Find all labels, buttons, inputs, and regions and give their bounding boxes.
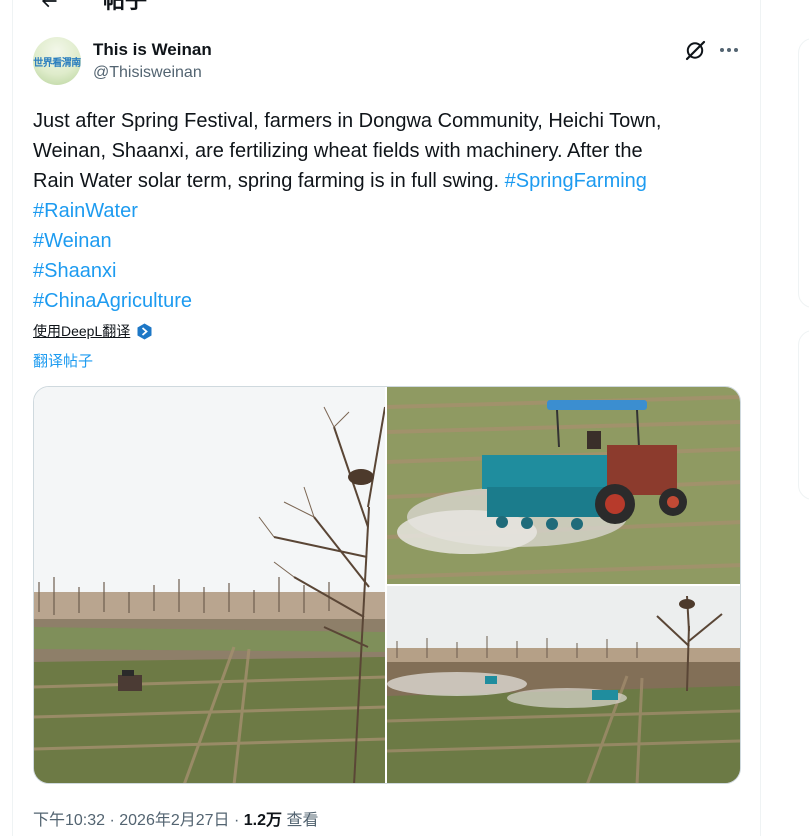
deepl-icon — [136, 323, 153, 340]
photo-field-wide[interactable] — [387, 586, 740, 783]
media-grid — [33, 386, 741, 784]
grok-icon[interactable] — [684, 38, 708, 62]
deepl-label: 使用DeepL翻译 — [33, 323, 131, 339]
photo-field-trees[interactable] — [34, 387, 385, 783]
sidebar-card — [798, 330, 809, 500]
back-arrow-icon[interactable] — [34, 0, 64, 16]
hashtag-link[interactable]: #Shaanxi — [33, 260, 116, 282]
tweet-text-line: Rain Water solar term, spring farming is… — [33, 170, 505, 192]
tweet-text: Just after Spring Festival, farmers in D… — [33, 106, 733, 316]
author-handle[interactable]: @Thisisweinan — [93, 64, 202, 82]
more-icon[interactable] — [717, 38, 741, 62]
translate-post-link[interactable]: 翻译帖子 — [33, 350, 93, 371]
views-label: 查看 — [282, 812, 319, 829]
author-name[interactable]: This is Weinan — [93, 40, 212, 60]
photo-tractor[interactable] — [387, 387, 740, 584]
deepl-translate-link[interactable]: 使用DeepL翻译 — [33, 321, 153, 341]
tweet-text-line: Weinan, Shaanxi, are fertilizing wheat f… — [33, 140, 643, 162]
right-sidebar-edge — [796, 0, 809, 836]
hashtag-link[interactable]: #RainWater — [33, 200, 138, 222]
hashtag-link[interactable]: #ChinaAgriculture — [33, 290, 192, 312]
view-count: 1.2万 — [243, 812, 283, 829]
sidebar-card — [798, 38, 809, 308]
tweet-meta: 下午10:32 · 2026年2月27日 · 1.2万 查看 — [33, 806, 318, 830]
hashtag-link[interactable]: #Weinan — [33, 230, 112, 252]
hashtag-link[interactable]: #SpringFarming — [505, 170, 647, 192]
page-title: 帖子 — [103, 0, 148, 13]
tweet-timestamp[interactable]: 下午10:32 · 2026年2月27日 · — [33, 812, 244, 829]
avatar[interactable]: 世界看渭南 — [33, 37, 81, 85]
tweet-text-line: Just after Spring Festival, farmers in D… — [33, 110, 662, 132]
avatar-logo-text: 世界看渭南 — [33, 57, 81, 69]
timeline-column: 帖子 世界看渭南 This is Weinan @Thisisweinan Ju… — [12, 0, 761, 836]
header: 帖子 — [13, 0, 760, 16]
